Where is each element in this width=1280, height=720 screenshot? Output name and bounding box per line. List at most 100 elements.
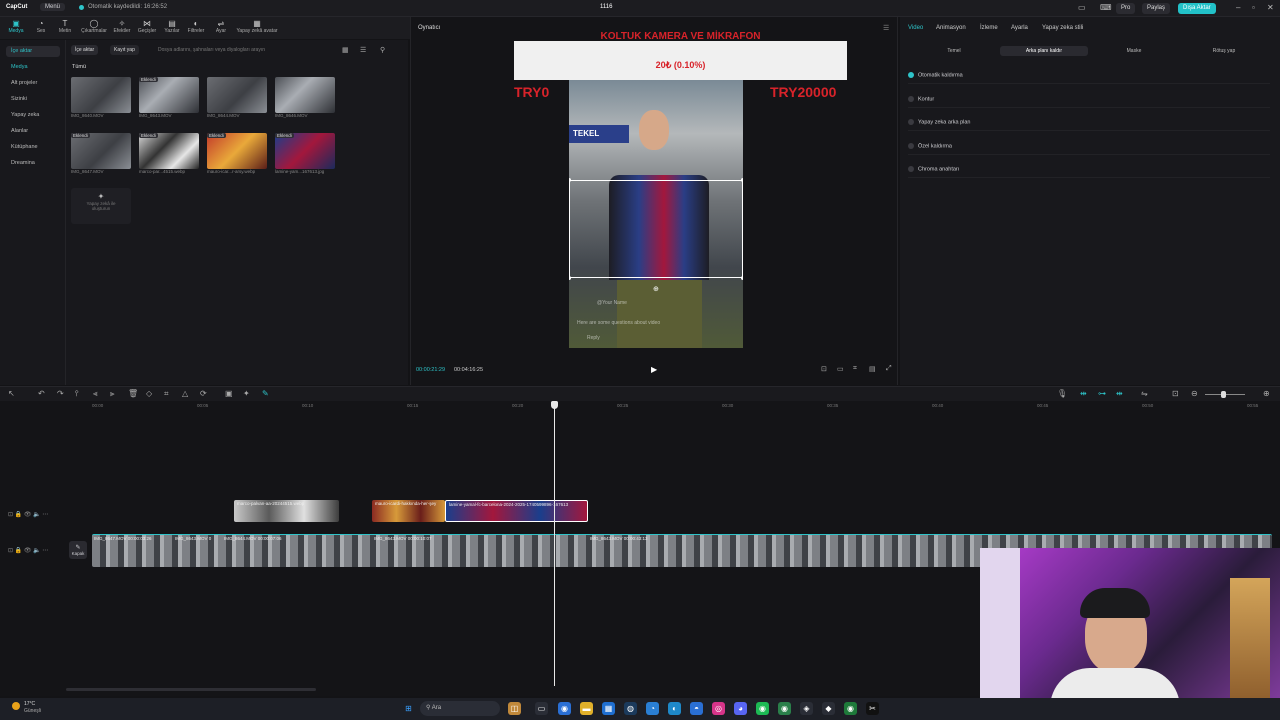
snap-icon[interactable]: ⊶ [1098,389,1106,398]
redo-icon[interactable]: ↷ [57,389,64,398]
sidebar-item-media[interactable]: Medya [6,62,60,73]
tool-adjust[interactable]: ⇌ Ayar [207,19,235,37]
media-item[interactable]: IMG_8646.MOV [275,77,339,118]
export-button[interactable]: Dışa Aktar [1178,3,1216,14]
tab-adjust[interactable]: Ayarla [1011,25,1028,31]
crop-icon[interactable]: ⌗ [853,365,857,373]
play-icon[interactable]: ▶ [651,365,657,374]
resize-handle[interactable] [741,276,743,280]
timeline-clip[interactable]: marco-palvan-aa-20244515.webp [234,500,339,522]
checkbox-icon[interactable] [908,166,914,172]
import-button[interactable]: İçe aktar [71,45,99,55]
timeline-scrollbar[interactable] [66,688,316,691]
rotate-icon[interactable]: ⟳ [200,389,207,398]
spotify-icon[interactable]: ◉ [756,702,769,715]
magic-icon[interactable]: ✦ [243,389,250,398]
app-icon[interactable]: ◓ [690,702,703,715]
option-stroke[interactable]: Kontur [908,96,1270,108]
tool-filters[interactable]: ◐ Filtreler [182,19,210,37]
share-button[interactable]: Paylaş [1142,3,1171,14]
playhead[interactable] [554,401,555,686]
track-controls[interactable]: ⊡ 🔒 👁 🔈 ⋯ [8,511,48,518]
minimize-icon[interactable]: – [1236,3,1240,12]
filter-icon[interactable]: ⚲ [380,46,385,54]
ai-generate-card[interactable]: ✦ Yapay zekâ ile oluşturun [71,188,131,224]
chrome-icon[interactable]: ◉ [844,702,857,715]
discord-icon[interactable]: ◕ [734,702,747,715]
record-button[interactable]: Kayıt yap [110,45,139,55]
media-item[interactable]: Eklendi IMG_8647.MOV [71,133,135,174]
media-item[interactable]: IMG_8644.MOV [207,77,271,118]
grid-view-icon[interactable]: ▦ [342,46,349,54]
sidebar-item-dreamina[interactable]: Dreamina [6,158,60,169]
rotate-icon[interactable]: ⊕ [653,285,659,293]
ratio-icon[interactable]: ▭ [837,365,844,373]
zoom-out-icon[interactable]: ⊖ [1191,389,1198,398]
fit-icon[interactable]: ⊡ [821,365,827,373]
cover-button[interactable]: ✎ Kapak [69,541,87,559]
media-item[interactable]: Eklendi IMG_8643.MOV [139,77,203,118]
split-left-icon[interactable]: ⫷ [93,389,98,399]
zoom-in-icon[interactable]: ⊕ [1263,389,1270,398]
weather-temp[interactable]: 17°C [24,701,35,707]
selection-box[interactable] [569,180,743,278]
taskbar-search[interactable]: ⚲ Ara [420,701,500,716]
crop-icon[interactable]: ⌗ [164,389,169,399]
filter-all[interactable]: Tümü [72,64,86,70]
app-icon[interactable]: ◔ [646,702,659,715]
resize-handle[interactable] [741,178,743,182]
menu-button[interactable]: Menü [40,3,66,11]
tab-ai-style[interactable]: Yapay zeka stili [1042,25,1083,31]
layout-icon[interactable]: ▤ [869,365,876,373]
sidebar-item-library[interactable]: Kütüphane [6,142,60,153]
close-icon[interactable]: ✕ [1267,3,1274,12]
sidebar-item-subprojects[interactable]: Alt projeler [6,78,60,89]
split-icon[interactable]: ⫯ [75,389,78,399]
windows-start-icon[interactable]: ⊞ [402,702,415,715]
tab-animation[interactable]: Animasyon [936,25,966,31]
freeze-icon[interactable]: ▣ [225,389,233,398]
mirror-icon[interactable]: △ [182,389,188,398]
tab-video[interactable]: Video [908,25,923,31]
zoom-slider-thumb[interactable] [1221,391,1226,398]
preview-axis-icon[interactable]: ⇹ [1116,389,1123,398]
option-chroma-key[interactable]: Chroma anahtarı [908,166,1270,178]
layout-icon[interactable]: ▭ [1078,3,1086,12]
undo-icon[interactable]: ↶ [38,389,45,398]
media-item[interactable]: Eklendi mauro-icar...r-arsy.webp [207,133,271,174]
marker-icon[interactable]: ◇ [146,389,152,398]
timeline-clip-selected[interactable]: lamine-yamal-fc-barcelona-2024-2025-1740… [445,500,588,522]
fullscreen-icon[interactable]: ⤢ [886,365,892,373]
store-icon[interactable]: ▦ [602,702,615,715]
sidebar-item-import[interactable]: İçe aktar [6,46,60,57]
media-search-input[interactable]: Dosya adlarını, şahnaları veya diyalogla… [154,45,324,55]
track-controls[interactable]: ⊡ 🔒 👁 🔈 ⋯ [8,547,48,554]
tool-media[interactable]: ▣ Medya [2,19,30,37]
steam-icon[interactable]: ◍ [624,702,637,715]
tool-transitions[interactable]: ⋈ Geçişler [133,19,161,37]
resize-handle[interactable] [569,276,571,280]
project-title[interactable]: 1116 [600,4,612,10]
media-item[interactable]: Eklendi lamine-yam...167613.jpg [275,133,339,174]
split-view-icon[interactable]: ⇋ [1141,389,1148,398]
checkbox-icon[interactable] [908,119,914,125]
subtab-basic[interactable]: Temel [910,46,998,56]
subtab-retouch[interactable]: Rötuş yap [1180,46,1268,56]
shortcut-icon[interactable]: ⌨ [1100,3,1112,12]
media-item[interactable]: IMG_8640.MOV [71,77,135,118]
preview-canvas[interactable]: 20₺ (0.10%) KOLTUK KAMERA VE MİKRAFON TR… [514,31,847,348]
browser-icon[interactable]: ◉ [558,702,571,715]
checkbox-icon[interactable] [908,143,914,149]
widget-icon[interactable]: ◫ [508,702,521,715]
checkbox-icon[interactable] [908,96,914,102]
playhead-handle[interactable] [551,401,558,409]
pro-button[interactable]: Pro [1116,3,1136,14]
player-menu-icon[interactable]: ☰ [883,24,889,32]
subtab-remove-bg[interactable]: Arka planı kaldır [1000,46,1088,56]
subtab-mask[interactable]: Maske [1090,46,1178,56]
sidebar-item-yours[interactable]: Sizinki [6,94,60,105]
timeline-clip[interactable]: mauro-icardi-hakkında-her-şey [372,500,445,522]
chrome-icon[interactable]: ◉ [778,702,791,715]
media-item[interactable]: Eklendi marco-par...4515.webp [139,133,203,174]
delete-icon[interactable]: 🗑 [128,389,138,398]
